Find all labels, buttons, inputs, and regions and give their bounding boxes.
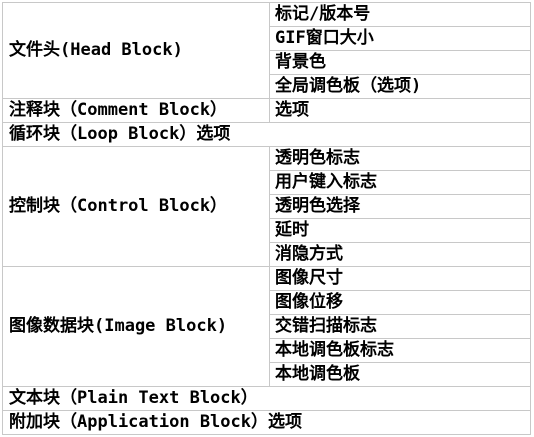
- head-block-item-global-palette: 全局调色板（选项): [269, 74, 531, 99]
- control-block-item-transparent-color: 透明色选择: [269, 194, 531, 219]
- table-row: 控制块（Control Block） 透明色标志: [2, 146, 531, 267]
- application-block-label: 附加块（Application Block）选项: [2, 410, 531, 435]
- head-block-label: 文件头(Head Block): [2, 2, 270, 99]
- table-row: 文件头(Head Block) 标记/版本号: [2, 2, 531, 99]
- table-row: 文本块（Plain Text Block）: [2, 386, 531, 411]
- table-row: 附加块（Application Block）选项: [2, 410, 531, 435]
- control-block-item-delay: 延时: [269, 218, 531, 243]
- head-block-item-signature-version: 标记/版本号: [269, 2, 531, 27]
- table-row: 循环块（Loop Block）选项: [2, 122, 531, 147]
- image-block-item-local-palette: 本地调色板: [269, 362, 531, 387]
- image-block-item-interlace-flag: 交错扫描标志: [269, 314, 531, 339]
- image-block-item-offset: 图像位移: [269, 290, 531, 315]
- table-row: 注释块（Comment Block） 选项: [2, 98, 531, 123]
- comment-block-label: 注释块（Comment Block）: [2, 98, 270, 123]
- control-block-item-transparent-flag: 透明色标志: [269, 146, 531, 171]
- control-block-item-user-input-flag: 用户键入标志: [269, 170, 531, 195]
- head-block-item-background-color: 背景色: [269, 50, 531, 75]
- image-block-item-local-palette-flag: 本地调色板标志: [269, 338, 531, 363]
- text-block-label: 文本块（Plain Text Block）: [2, 386, 531, 411]
- comment-block-value: 选项: [269, 98, 531, 123]
- table-row: 图像数据块(Image Block) 图像尺寸: [2, 266, 531, 387]
- loop-block-label: 循环块（Loop Block）选项: [2, 122, 531, 147]
- gif-structure-table: 文件头(Head Block) 标记/版本号 GIF窗口大小 背景色 全局调色板…: [2, 2, 531, 435]
- image-block-label: 图像数据块(Image Block): [2, 266, 270, 387]
- control-block-item-disposal: 消隐方式: [269, 242, 531, 267]
- control-block-label: 控制块（Control Block）: [2, 146, 270, 267]
- head-block-item-window-size: GIF窗口大小: [269, 26, 531, 51]
- image-block-item-size: 图像尺寸: [269, 266, 531, 291]
